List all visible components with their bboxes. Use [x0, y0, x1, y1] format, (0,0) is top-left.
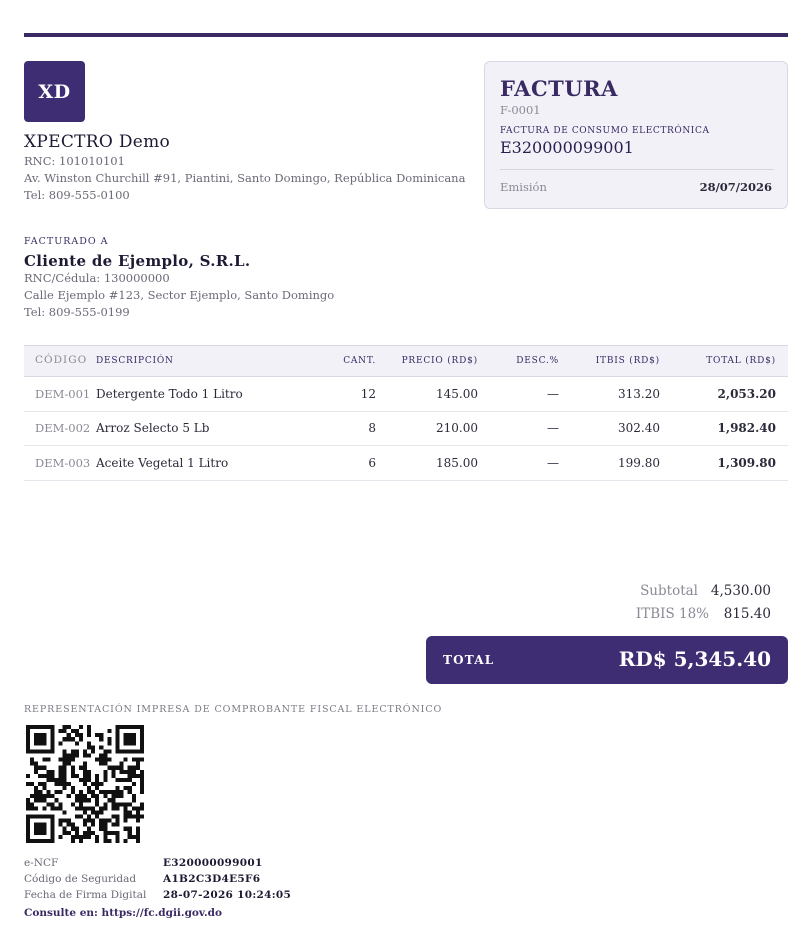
- company-logo: XD: [24, 61, 85, 122]
- row-description: Detergente Todo 1 Litro: [96, 387, 243, 401]
- subtotal-value: 4,530.00: [710, 583, 771, 599]
- grand-total-box: TOTAL RD$ 5,345.40: [426, 636, 788, 684]
- row-total: 1,982.40: [717, 421, 776, 435]
- grand-total-label: TOTAL: [443, 653, 495, 667]
- client-address: Calle Ejemplo #123, Sector Ejemplo, Sant…: [24, 288, 335, 302]
- billed-to-label: FACTURADO A: [24, 236, 109, 247]
- invoice-title: FACTURA: [500, 76, 618, 101]
- encf-label: e-NCF: [24, 857, 59, 869]
- row-description: Arroz Selecto 5 Lb: [96, 421, 210, 435]
- col-header-itbis: ITBIS (RD$): [595, 356, 660, 366]
- security-code-label: Código de Seguridad: [24, 873, 137, 885]
- issue-date: 28/07/2026: [699, 180, 772, 194]
- col-header-description: DESCRIPCIÓN: [96, 356, 174, 366]
- invoice-info-box: FACTURA F-0001 FACTURA DE CONSUMO ELECTR…: [484, 61, 788, 209]
- signature-date-label: Fecha de Firma Digital: [24, 889, 147, 901]
- consult-link[interactable]: Consulte en: https://fc.dgii.gov.do: [24, 907, 222, 919]
- row-itbis: 313.20: [618, 387, 660, 401]
- client-rnc: RNC/Cédula: 130000000: [24, 271, 170, 285]
- row-itbis: 199.80: [618, 456, 660, 470]
- col-header-discount: DESC.%: [516, 356, 559, 366]
- signature-date-value: 28-07-2026 10:24:05: [163, 889, 292, 901]
- col-header-qty: CANT.: [343, 356, 376, 366]
- col-header-total: TOTAL (RD$): [706, 356, 776, 366]
- encf-value: E320000099001: [163, 857, 263, 869]
- row-discount: —: [547, 456, 559, 470]
- table-row: DEM-003 Aceite Vegetal 1 Litro 6 185.00 …: [24, 446, 788, 481]
- items-table-header: CÓDIGO DESCRIPCIÓN CANT. PRECIO (RD$) DE…: [24, 345, 788, 377]
- row-code: DEM-001: [35, 387, 91, 401]
- row-discount: —: [547, 387, 559, 401]
- col-header-price: PRECIO (RD$): [401, 356, 478, 366]
- company-address: Av. Winston Churchill #91, Piantini, San…: [24, 171, 466, 185]
- row-description: Aceite Vegetal 1 Litro: [96, 456, 229, 470]
- row-itbis: 302.40: [618, 421, 660, 435]
- row-code: DEM-002: [35, 421, 91, 435]
- company-rnc: RNC: 101010101: [24, 154, 125, 168]
- row-total: 2,053.20: [717, 387, 776, 401]
- row-price: 210.00: [436, 421, 478, 435]
- row-price: 145.00: [436, 387, 478, 401]
- client-phone: Tel: 809-555-0199: [24, 305, 130, 319]
- col-header-code: CÓDIGO: [35, 354, 88, 366]
- issue-date-label: Emisión: [500, 180, 547, 194]
- qr-code-icon: [26, 725, 144, 843]
- row-discount: —: [547, 421, 559, 435]
- itbis-label: ITBIS 18%: [635, 606, 709, 622]
- invoice-type: FACTURA DE CONSUMO ELECTRÓNICA: [500, 126, 710, 136]
- invoice-encf: E320000099001: [500, 138, 634, 157]
- client-name: Cliente de Ejemplo, S.R.L.: [24, 252, 251, 270]
- table-row: DEM-001 Detergente Todo 1 Litro 12 145.0…: [24, 377, 788, 412]
- table-row: DEM-002 Arroz Selecto 5 Lb 8 210.00 — 30…: [24, 411, 788, 446]
- subtotal-label: Subtotal: [640, 583, 698, 599]
- grand-total-value: RD$ 5,345.40: [618, 647, 771, 671]
- row-qty: 8: [368, 421, 376, 435]
- row-price: 185.00: [436, 456, 478, 470]
- row-total: 1,309.80: [717, 456, 776, 470]
- company-name: XPECTRO Demo: [24, 132, 171, 152]
- company-phone: Tel: 809-555-0100: [24, 188, 130, 202]
- fiscal-representation-label: REPRESENTACIÓN IMPRESA DE COMPROBANTE FI…: [24, 704, 443, 715]
- itbis-value: 815.40: [723, 606, 771, 622]
- row-code: DEM-003: [35, 456, 91, 470]
- header-accent-bar: [24, 33, 788, 37]
- row-qty: 12: [360, 387, 376, 401]
- invoice-number: F-0001: [500, 103, 541, 117]
- invoice-divider: [500, 169, 774, 170]
- row-qty: 6: [368, 456, 376, 470]
- security-code-value: A1B2C3D4E5F6: [163, 873, 261, 885]
